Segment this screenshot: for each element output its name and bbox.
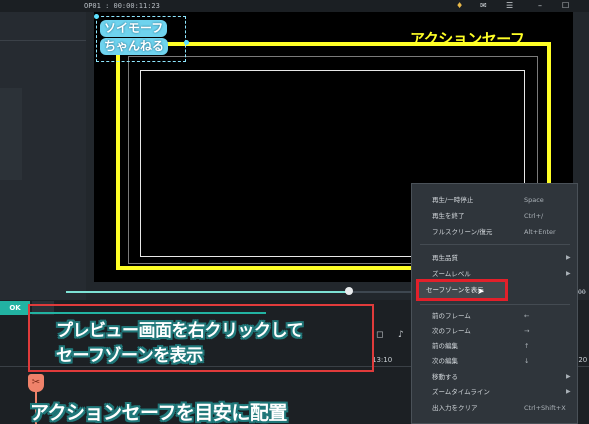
- menu-item-prev-frame[interactable]: 前のフレーム ←: [412, 310, 577, 322]
- logo-line-1: ソイモーフ: [100, 20, 168, 37]
- menu-item-next-edit[interactable]: 次の編集 ↓: [412, 355, 577, 367]
- zoom-value: 00: [578, 289, 586, 296]
- maximize-icon[interactable]: ☐: [562, 1, 569, 11]
- menu-item-prev-edit[interactable]: 前の編集 ↑: [412, 340, 577, 352]
- bottom-caption: アクションセーフを目安に配置: [30, 402, 287, 424]
- menu-separator: [420, 244, 570, 245]
- logo-line-2: ちゃんねる: [100, 38, 169, 55]
- menu-item-clear-in-out[interactable]: 出入力をクリア Ctrl+Shift+X: [412, 402, 577, 414]
- mail-icon[interactable]: ✉: [480, 1, 487, 11]
- playback-progress: [66, 291, 349, 293]
- mic-icon[interactable]: ♪: [398, 330, 404, 340]
- menu-separator: [420, 304, 570, 305]
- context-menu: 再生/一時停止 Space 再生を終了 Ctrl+/ フルスクリーン/復元 Al…: [411, 183, 578, 424]
- menu-item-label: 出入力をクリア: [432, 404, 478, 412]
- menu-item-label: ズームタイムライン: [432, 388, 490, 396]
- menu-item-playback-quality[interactable]: 再生品質 ▶: [412, 252, 577, 264]
- menu-item-shortcut: Space: [524, 196, 544, 204]
- menu-item-label: フルスクリーン/復元: [432, 228, 493, 236]
- caption-line-1: プレビュー画面を右クリックして: [56, 321, 304, 341]
- menu-item-label: 再生/一時停止: [432, 196, 474, 204]
- editor-window: OP01 : 00:00:11:23 ♦ ✉ ☰ – ☐ アクションセーフ ソイ…: [0, 0, 589, 424]
- timecode-display: OP01 : 00:00:11:23: [84, 2, 160, 10]
- menu-item-shortcut: ←: [524, 312, 530, 320]
- menu-item-label: 移動する: [432, 373, 458, 381]
- menu-item-play-pause[interactable]: 再生/一時停止 Space: [412, 194, 577, 206]
- menu-item-fullscreen[interactable]: フルスクリーン/復元 Alt+Enter: [412, 226, 577, 238]
- mouse-cursor-icon: ➤: [477, 287, 485, 297]
- menu-item-label: 前のフレーム: [432, 312, 471, 320]
- menu-item-shortcut: ↑: [524, 342, 530, 350]
- menu-item-shortcut: →: [524, 327, 530, 335]
- submenu-arrow-icon: ▶: [566, 270, 571, 277]
- submenu-arrow-icon: ▶: [566, 254, 571, 261]
- submenu-arrow-icon: ▶: [566, 373, 571, 380]
- menu-item-zoom-timeline[interactable]: ズームタイムライン ▶: [412, 386, 577, 398]
- menu-item-label: セーフゾーンを表示: [426, 286, 484, 294]
- menu-item-stop[interactable]: 再生を終了 Ctrl+/: [412, 210, 577, 222]
- menu-item-shortcut: Ctrl+/: [524, 212, 544, 220]
- menu-item-next-frame[interactable]: 次のフレーム →: [412, 325, 577, 337]
- media-thumbnail-area[interactable]: [0, 88, 22, 180]
- menu-item-label: 前の編集: [432, 342, 458, 350]
- resize-handle[interactable]: [184, 40, 189, 45]
- minimize-icon[interactable]: –: [538, 1, 542, 11]
- menu-item-move[interactable]: 移動する ▶: [412, 371, 577, 383]
- ok-button[interactable]: OK: [0, 301, 30, 315]
- menu-item-show-safe-zone[interactable]: セーフゾーンを表示: [416, 279, 508, 301]
- panel-divider: [0, 40, 86, 41]
- menu-item-shortcut: Alt+Enter: [524, 228, 556, 236]
- playhead-handle[interactable]: ✂: [28, 374, 44, 392]
- submenu-arrow-icon: ▶: [566, 388, 571, 395]
- ruler-time-mark: 13:10: [372, 356, 393, 364]
- menu-item-label: 再生を終了: [432, 212, 465, 220]
- media-panel: [0, 12, 86, 302]
- menu-item-label: 次のフレーム: [432, 327, 471, 335]
- resize-handle[interactable]: [94, 14, 99, 19]
- menu-item-label: 再生品質: [432, 254, 458, 262]
- caption-line-2: セーフゾーンを表示: [56, 346, 203, 366]
- menu-item-label: 次の編集: [432, 357, 458, 365]
- marker-icon[interactable]: ◻: [376, 330, 383, 340]
- action-safe-label: アクションセーフ: [410, 30, 525, 48]
- menu-item-shortcut: Ctrl+Shift+X: [524, 404, 566, 412]
- menu-icon[interactable]: ☰: [506, 1, 513, 11]
- scrubber-handle[interactable]: [345, 287, 353, 295]
- title-bar: OP01 : 00:00:11:23 ♦ ✉ ☰ – ☐: [0, 0, 589, 12]
- menu-item-shortcut: ↓: [524, 357, 530, 365]
- lightbulb-icon[interactable]: ♦: [456, 1, 463, 11]
